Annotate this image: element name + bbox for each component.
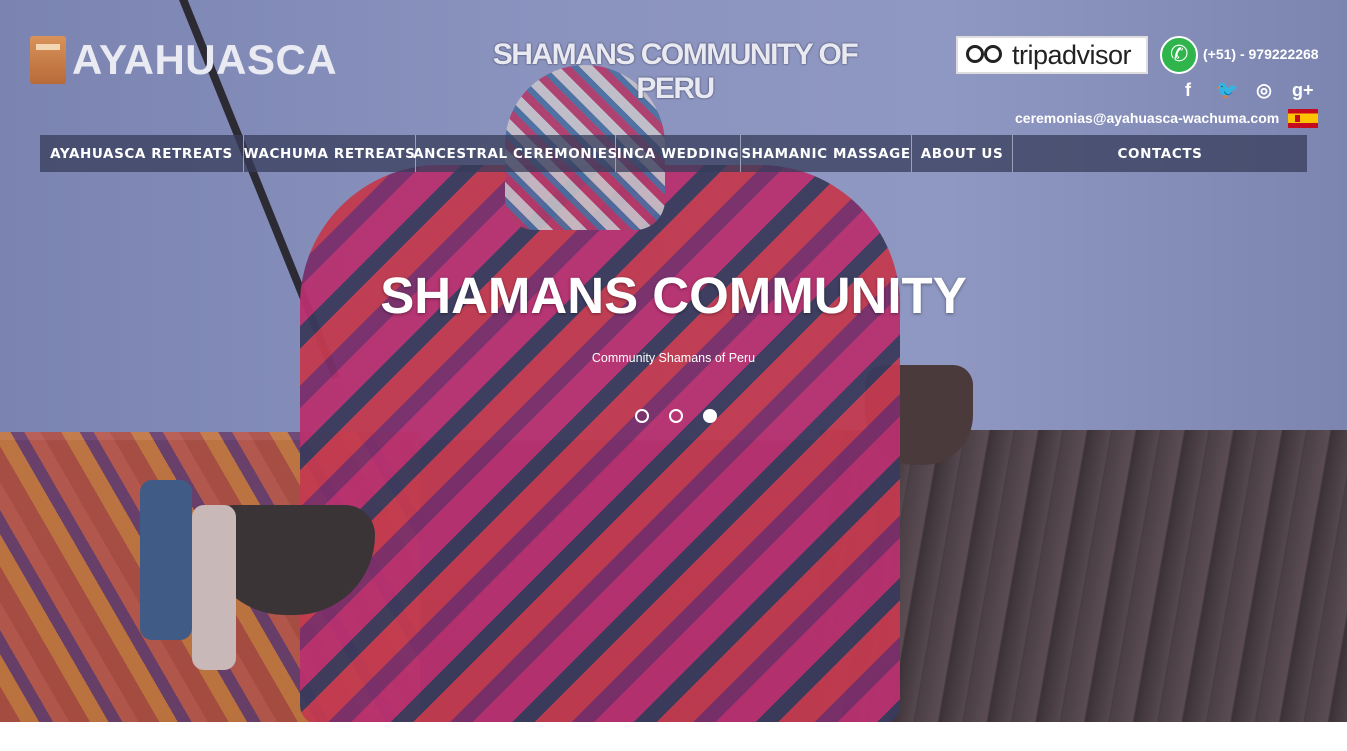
phone-number[interactable]: (+51) - 979222268 [1203, 46, 1319, 62]
slide-subtitle: Community Shamans of Peru [591, 351, 756, 365]
email-link[interactable]: ceremonias@ayahuasca-wachuma.com [1015, 110, 1279, 126]
dribbble-icon[interactable]: ◎ [1254, 80, 1274, 101]
slide-title: SHAMANS COMMUNITY [380, 267, 967, 324]
social-links: f 🐦 ◎ g+ [1178, 80, 1314, 101]
nav-item-ayahuasca-retreats[interactable]: AYAHUASCA RETREATS [40, 135, 244, 172]
twitter-icon[interactable]: 🐦 [1216, 80, 1238, 101]
main-nav: AYAHUASCA RETREATS WACHUMA RETREATS ANCE… [40, 135, 1307, 172]
brand-name: AYAHUASCA [72, 36, 338, 83]
tripadvisor-owl-icon [966, 43, 1006, 67]
tripadvisor-badge[interactable]: tripadvisor [956, 36, 1148, 74]
google-plus-icon[interactable]: g+ [1292, 80, 1314, 101]
slider-dot-1[interactable] [635, 409, 649, 423]
ayahuasca-vessel-icon [30, 36, 66, 84]
site-logo[interactable]: AYAHUASCA [30, 36, 337, 84]
nav-item-wachuma-retreats[interactable]: WACHUMA RETREATS [244, 135, 416, 172]
shaman-poncho [300, 165, 900, 722]
facebook-icon[interactable]: f [1178, 80, 1198, 101]
nav-item-inca-wedding[interactable]: INCA WEDDING [616, 135, 741, 172]
site-tagline: SHAMANS COMMUNITY OF PERU [492, 38, 859, 105]
whatsapp-icon[interactable] [1160, 36, 1198, 74]
slider-dot-2[interactable] [669, 409, 683, 423]
slider-pagination [635, 409, 717, 423]
spain-flag-icon[interactable] [1288, 109, 1318, 128]
nav-item-about-us[interactable]: ABOUT US [912, 135, 1013, 172]
nav-item-contacts[interactable]: CONTACTS [1013, 135, 1307, 172]
slider-dot-3[interactable] [703, 409, 717, 423]
nav-item-ancestral-ceremonies[interactable]: ANCESTRAL CEREMONIES [413, 135, 617, 172]
bottle [192, 505, 236, 670]
nav-item-shamanic-massage[interactable]: SHAMANIC MASSAGE [741, 135, 912, 172]
bottle [140, 480, 192, 640]
tripadvisor-label: tripadvisor [1012, 39, 1132, 70]
